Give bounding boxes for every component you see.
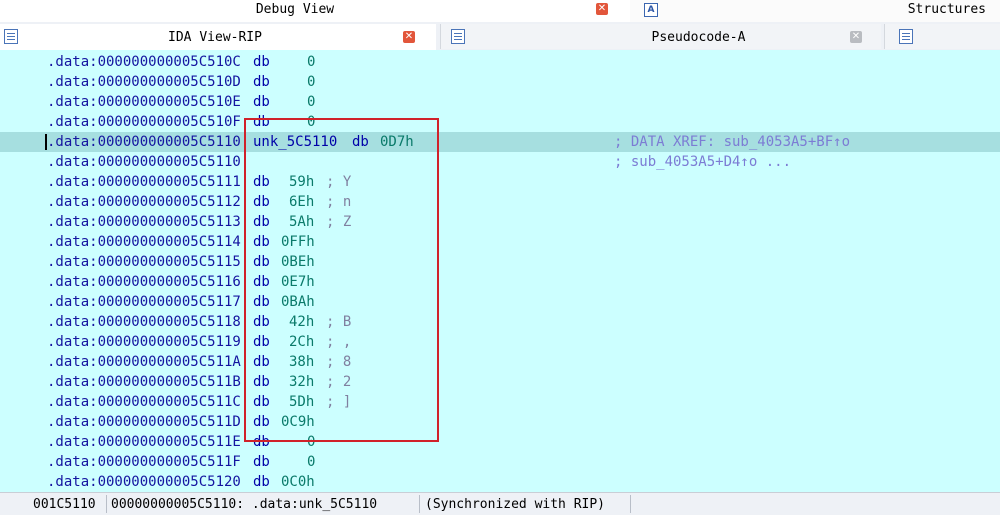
tab-ida-view[interactable]: IDA View-RIP ✕: [0, 24, 436, 51]
listing-line[interactable]: .data:000000000005C510F db 0: [0, 112, 1000, 132]
line-address[interactable]: .data:000000000005C5110: [47, 152, 241, 172]
line-address[interactable]: .data:000000000005C5118: [47, 312, 241, 332]
line-operand[interactable]: 0: [307, 52, 315, 72]
line-address[interactable]: .data:000000000005C5110: [47, 132, 241, 152]
status-sync: (Synchronized with RIP): [425, 497, 606, 512]
line-address[interactable]: .data:000000000005C510D: [47, 72, 241, 92]
line-address[interactable]: .data:000000000005C5116: [47, 272, 241, 292]
line-address[interactable]: .data:000000000005C5115: [47, 252, 241, 272]
listing-line[interactable]: .data:000000000005C5118 db 42h; B: [0, 312, 1000, 332]
line-address[interactable]: .data:000000000005C510F: [47, 112, 241, 132]
listing-line[interactable]: .data:000000000005C5112 db 6Eh; n: [0, 192, 1000, 212]
line-directive: db: [253, 94, 270, 110]
tab-next-view[interactable]: [884, 24, 1000, 49]
view-tab-strip: IDA View-RIP ✕ Pseudocode-A ✕: [0, 22, 1000, 51]
close-icon[interactable]: ✕: [403, 31, 415, 43]
listing-line[interactable]: .data:000000000005C5113 db 5Ah; Z: [0, 212, 1000, 232]
line-address[interactable]: .data:000000000005C511E: [47, 432, 241, 452]
listing-line[interactable]: .data:000000000005C511C db 5Dh; ]: [0, 392, 1000, 412]
tab-structures-label: Structures: [907, 2, 986, 17]
line-xref-comment[interactable]: ; sub_4053A5+D4↑o ...: [614, 152, 791, 172]
line-xref-comment[interactable]: ; DATA XREF: sub_4053A5+BF↑o: [614, 132, 850, 152]
line-address[interactable]: .data:000000000005C5117: [47, 292, 241, 312]
status-file-offset: 001C5110: [33, 497, 96, 512]
listing-line[interactable]: .data:000000000005C5110 ; sub_4053A5+D4↑o…: [0, 152, 1000, 172]
listing-line[interactable]: .data:000000000005C5114 db 0FFh: [0, 232, 1000, 252]
listing-line[interactable]: .data:000000000005C511B db 32h; 2: [0, 372, 1000, 392]
line-operand[interactable]: 0C0h: [281, 472, 315, 492]
listing-line[interactable]: .data:000000000005C511E db 0: [0, 432, 1000, 452]
line-address[interactable]: .data:000000000005C510E: [47, 92, 241, 112]
tab-pseudocode-label: Pseudocode-A: [651, 30, 746, 45]
line-address[interactable]: .data:000000000005C5119: [47, 332, 241, 352]
line-address[interactable]: .data:000000000005C510C: [47, 52, 241, 72]
line-address[interactable]: .data:000000000005C5120: [47, 472, 241, 492]
tab-pseudocode[interactable]: Pseudocode-A ✕: [440, 24, 881, 49]
top-tab-strip: Debug View ✕ A Structures: [0, 0, 1000, 22]
listing-line[interactable]: .data:000000000005C510E db 0: [0, 92, 1000, 112]
line-directive: db: [253, 74, 270, 90]
listing-line[interactable]: .data:000000000005C5120 db 0C0h: [0, 472, 1000, 492]
listing-line[interactable]: .data:000000000005C5116 db 0E7h: [0, 272, 1000, 292]
line-directive: db: [253, 474, 270, 490]
line-address[interactable]: .data:000000000005C511A: [47, 352, 241, 372]
tab-debug-view[interactable]: Debug View ✕: [0, 0, 631, 22]
listing-line[interactable]: .data:000000000005C510D db 0: [0, 72, 1000, 92]
listing-line[interactable]: .data:000000000005C5119 db 2Ch; ,: [0, 332, 1000, 352]
line-address[interactable]: .data:000000000005C5112: [47, 192, 241, 212]
line-directive: db: [253, 454, 270, 470]
disassembly-listing[interactable]: .data:000000000005C510C db 0 .data:00000000…: [0, 50, 1000, 492]
status-separator: [630, 495, 631, 513]
tab-debug-view-label: Debug View: [255, 2, 335, 17]
status-separator: [419, 495, 420, 513]
line-operand[interactable]: 0: [307, 92, 315, 112]
tab-structures[interactable]: A Structures: [630, 0, 1000, 22]
line-directive: db: [253, 54, 270, 70]
line-address[interactable]: .data:000000000005C511F: [47, 452, 241, 472]
listing-line[interactable]: .data:000000000005C511D db 0C9h: [0, 412, 1000, 432]
status-location: 00000000005C5110: .data:unk_5C5110: [111, 497, 378, 512]
status-separator: [106, 495, 107, 513]
listing-line[interactable]: .data:000000000005C510C db 0: [0, 52, 1000, 72]
line-address[interactable]: .data:000000000005C5111: [47, 172, 241, 192]
highlight-box: [244, 118, 439, 442]
listing-line[interactable]: .data:000000000005C5111 db 59h; Y: [0, 172, 1000, 192]
view-icon: [899, 29, 913, 44]
listing-line[interactable]: .data:000000000005C511F db 0: [0, 452, 1000, 472]
line-address[interactable]: .data:000000000005C511B: [47, 372, 241, 392]
line-address[interactable]: .data:000000000005C5114: [47, 232, 241, 252]
structures-icon: A: [644, 3, 658, 17]
line-operand[interactable]: 0: [307, 72, 315, 92]
line-operand[interactable]: 0: [307, 452, 315, 472]
listing-line[interactable]: .data:000000000005C5117 db 0BAh: [0, 292, 1000, 312]
listing-line[interactable]: .data:000000000005C511A db 38h; 8: [0, 352, 1000, 372]
close-icon[interactable]: ✕: [596, 3, 608, 15]
listing-line[interactable]: .data:000000000005C5110 unk_5C5110 db 0D7h;…: [0, 132, 1000, 152]
line-address[interactable]: .data:000000000005C511D: [47, 412, 241, 432]
line-address[interactable]: .data:000000000005C5113: [47, 212, 241, 232]
close-icon[interactable]: ✕: [850, 31, 862, 43]
tab-ida-view-label: IDA View-RIP: [168, 30, 262, 45]
line-address[interactable]: .data:000000000005C511C: [47, 392, 241, 412]
status-bar: 001C5110 00000000005C5110: .data:unk_5C5…: [0, 492, 1000, 515]
listing-line[interactable]: .data:000000000005C5115 db 0BEh: [0, 252, 1000, 272]
